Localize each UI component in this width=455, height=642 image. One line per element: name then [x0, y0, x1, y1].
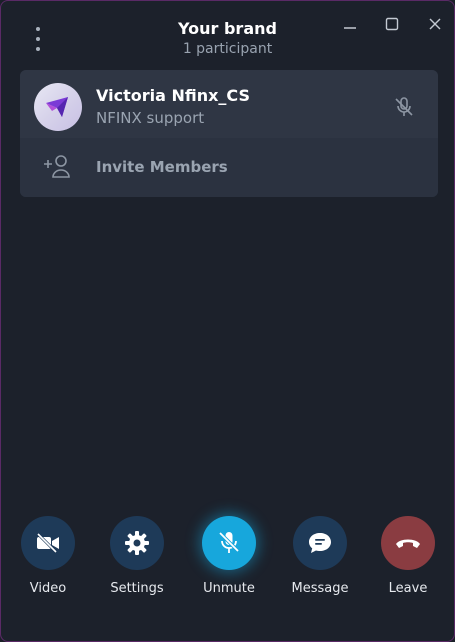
call-controls: Video Settings Unmute Message Leave	[1, 516, 454, 611]
avatar	[34, 83, 82, 131]
maximize-icon[interactable]	[381, 13, 403, 35]
header: Your brand 1 participant	[1, 1, 454, 63]
participant-name: Victoria Nfinx_CS	[96, 86, 250, 105]
settings-button[interactable]: Settings	[97, 516, 177, 596]
message-button[interactable]: Message	[280, 516, 360, 596]
video-button[interactable]: Video	[8, 516, 88, 596]
participant-count: 1 participant	[182, 41, 273, 57]
participant-row[interactable]: Victoria Nfinx_CS NFINX support	[20, 70, 438, 138]
leave-button[interactable]: Leave	[368, 516, 448, 596]
call-window: Your brand 1 participant Victoria Nfinx_…	[0, 0, 455, 642]
participant-status: NFINX support	[96, 109, 205, 127]
hang-up-icon	[381, 516, 435, 570]
unmute-label: Unmute	[203, 581, 255, 596]
invite-members-button[interactable]: Invite Members	[20, 138, 438, 197]
invite-members-label: Invite Members	[96, 158, 228, 176]
gear-icon	[110, 516, 164, 570]
mic-off-icon	[202, 516, 256, 570]
chat-bubble-icon	[293, 516, 347, 570]
message-label: Message	[291, 581, 349, 596]
close-icon[interactable]	[424, 13, 446, 35]
minimize-icon[interactable]	[339, 13, 361, 35]
settings-label: Settings	[110, 581, 164, 596]
video-off-icon	[21, 516, 75, 570]
add-user-icon	[42, 153, 72, 179]
video-label: Video	[29, 581, 67, 596]
participant-list: Victoria Nfinx_CS NFINX support Invite M…	[20, 70, 438, 197]
mic-off-icon	[392, 95, 416, 119]
leave-label: Leave	[388, 581, 428, 596]
unmute-button[interactable]: Unmute	[189, 516, 269, 596]
